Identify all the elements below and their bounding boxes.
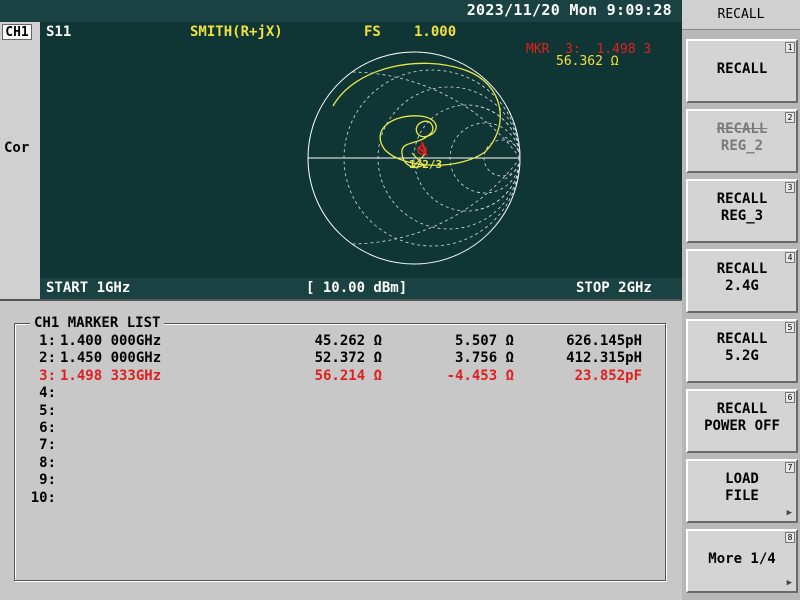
marker-list-title: CH1 MARKER LIST xyxy=(30,315,165,331)
marker-equivalent: 23.852pF xyxy=(574,367,642,384)
softkey-number: 2 xyxy=(785,112,795,123)
softkey-label: LOAD FILE xyxy=(688,471,796,505)
menu-title: RECALL xyxy=(682,0,800,30)
start-frequency[interactable]: START 1GHz xyxy=(46,280,130,296)
marker-row[interactable]: 9: xyxy=(26,472,656,489)
softkey-number: 3 xyxy=(785,182,795,193)
marker-index: 5: xyxy=(39,402,56,419)
softkey-label: RECALL 2.4G xyxy=(688,261,796,295)
sweep-footer: START 1GHz [ 10.00 dBm] STOP 2GHz xyxy=(40,278,682,299)
marker-index: 7: xyxy=(39,437,56,454)
marker-resistance: 56.214 Ω xyxy=(314,367,382,384)
softkey-label: RECALL REG_2 xyxy=(688,121,796,155)
marker-index: 4: xyxy=(39,385,56,402)
softkey-3[interactable]: RECALL REG_3 3 xyxy=(686,179,798,243)
softkey-number: 8 xyxy=(785,532,795,543)
softkey-7[interactable]: LOAD FILE 7 ▶ xyxy=(686,459,798,523)
softkey-label: More 1/4 xyxy=(688,551,796,568)
softkey-line2: 5.2G xyxy=(725,348,759,364)
marker-symbols: 1/2/3 xyxy=(409,158,442,171)
marker-index: 1: xyxy=(39,333,56,349)
softkey-line2: POWER OFF xyxy=(704,418,780,434)
softkey-4[interactable]: RECALL 2.4G 4 xyxy=(686,249,798,313)
softkey-menu: RECALL RECALL 1 RECALL REG_2 2 RECALL REG_3 3 RE… xyxy=(682,0,800,600)
smith-chart: 1/2/3 xyxy=(307,51,521,265)
softkey-6[interactable]: RECALL POWER OFF 6 xyxy=(686,389,798,453)
datetime: 2023/11/20 Mon 9:09:28 xyxy=(466,1,672,19)
marker-index: 3: xyxy=(39,367,56,384)
marker-row[interactable]: 8: xyxy=(26,455,656,472)
channel-label[interactable]: CH1 xyxy=(2,24,32,40)
softkey-label: RECALL REG_3 xyxy=(688,191,796,225)
softkey-line1: RECALL xyxy=(716,331,768,347)
trace-curve xyxy=(332,62,501,168)
submenu-arrow-icon: ▶ xyxy=(786,578,792,588)
marker-frequency: 1.498 333GHz xyxy=(60,367,162,384)
marker-frequency: 1.400 000GHz xyxy=(60,333,162,349)
correction-indicator: Cor xyxy=(4,140,30,156)
softkey-label: RECALL xyxy=(688,61,796,78)
marker-reactance: 3.756 Ω xyxy=(454,350,514,367)
softkey-line2: REG_2 xyxy=(720,138,764,154)
softkey-line2: 2.4G xyxy=(725,278,759,294)
softkey-line1: More 1/4 xyxy=(708,551,776,567)
marker-row[interactable]: 3: 1.498 333GHz 56.214 Ω -4.453 Ω 23.852pF xyxy=(26,368,656,385)
marker-row[interactable]: 2: 1.450 000GHz 52.372 Ω 3.756 Ω 412.315pH xyxy=(26,350,656,367)
marker-row[interactable]: 5: xyxy=(26,403,656,420)
softkey-1[interactable]: RECALL 1 xyxy=(686,39,798,103)
marker-row[interactable]: 6: xyxy=(26,420,656,437)
status-bar: 2023/11/20 Mon 9:09:28 xyxy=(0,0,682,22)
softkey-2[interactable]: RECALL REG_2 2 xyxy=(686,109,798,173)
softkey-8[interactable]: More 1/4 8 ▶ xyxy=(686,529,798,593)
softkey-line1: RECALL xyxy=(716,121,768,137)
marker-index: 2: xyxy=(39,350,56,367)
softkey-label: RECALL 5.2G xyxy=(688,331,796,365)
smith-chart-display: S11 SMITH(R+jX) FS 1.000 MKR 3: 1.498 3 … xyxy=(40,22,682,278)
softkey-line1: LOAD xyxy=(725,471,759,487)
softkey-line1: RECALL xyxy=(716,61,768,77)
marker-reactance: 5.507 Ω xyxy=(454,333,514,349)
marker-row[interactable]: 1: 1.400 000GHz 45.262 Ω 5.507 Ω 626.145pH xyxy=(26,333,656,350)
marker-row[interactable]: 4: xyxy=(26,385,656,402)
marker-list-panel: CH1 MARKER LIST 1: 1.400 000GHz 45.262 Ω 5.… xyxy=(0,301,682,600)
marker-equivalent: 412.315pH xyxy=(566,350,642,367)
softkey-number: 4 xyxy=(785,252,795,263)
marker-row[interactable]: 10: xyxy=(26,490,656,507)
softkey-5[interactable]: RECALL 5.2G 5 xyxy=(686,319,798,383)
marker-row[interactable]: 7: xyxy=(26,437,656,454)
softkey-line1: RECALL xyxy=(716,261,768,277)
marker-cluster: 1/2/3 xyxy=(409,141,442,171)
softkey-line1: RECALL xyxy=(716,401,768,417)
submenu-arrow-icon: ▶ xyxy=(786,508,792,518)
stop-frequency[interactable]: STOP 2GHz xyxy=(576,280,652,296)
softkey-label: RECALL POWER OFF xyxy=(688,401,796,435)
marker-index: 9: xyxy=(39,472,56,489)
marker-index: 10: xyxy=(30,489,56,506)
marker-reactance: -4.453 Ω xyxy=(446,367,514,384)
marker-index: 8: xyxy=(39,454,56,471)
softkey-line2: REG_3 xyxy=(720,208,764,224)
softkey-number: 1 xyxy=(785,42,795,53)
softkey-number: 6 xyxy=(785,392,795,403)
source-power[interactable]: [ 10.00 dBm] xyxy=(306,280,407,296)
marker-index: 6: xyxy=(39,420,56,436)
marker-frequency: 1.450 000GHz xyxy=(60,350,162,367)
display-left-gutter: CH1 Cor xyxy=(0,22,40,299)
softkey-number: 5 xyxy=(785,322,795,333)
softkey-number: 7 xyxy=(785,462,795,473)
marker-resistance: 52.372 Ω xyxy=(314,350,382,367)
softkey-line1: RECALL xyxy=(716,191,768,207)
softkey-line2: FILE xyxy=(725,488,759,504)
marker-resistance: 45.262 Ω xyxy=(314,333,382,349)
marker-equivalent: 626.145pH xyxy=(566,333,642,349)
